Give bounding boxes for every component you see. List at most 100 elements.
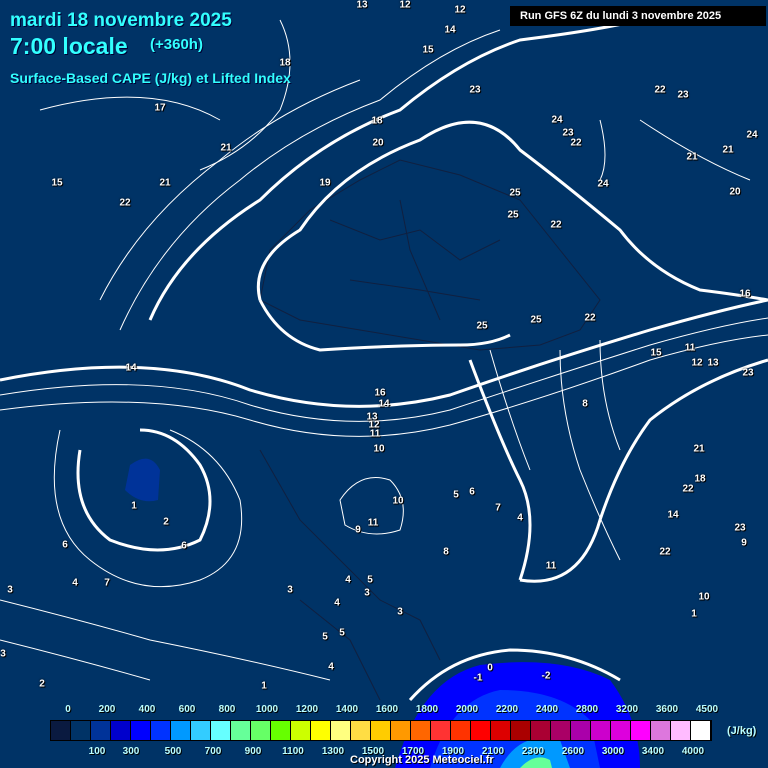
legend-tick-bottom: 1300 <box>321 746 345 757</box>
legend-swatch <box>551 721 571 740</box>
legend-swatch <box>671 721 691 740</box>
legend-tick-top: 3600 <box>655 704 679 715</box>
lifted-index-label: 11 <box>367 517 379 529</box>
lifted-index-label: 16 <box>374 387 386 399</box>
legend-tick-bottom: 1100 <box>282 746 304 757</box>
legend-tick-bottom: 300 <box>122 746 140 757</box>
legend-swatch <box>411 721 431 740</box>
legend-tick-top: 2800 <box>575 704 599 715</box>
model-run-banner: Run GFS 6Z du lundi 3 novembre 2025 <box>510 6 766 26</box>
lifted-index-label: 24 <box>551 114 563 126</box>
lifted-index-label: 7 <box>495 502 501 514</box>
lifted-index-label: 0 <box>487 662 493 674</box>
legend-tick-bottom: 700 <box>204 746 222 757</box>
lifted-index-label: 5 <box>367 574 373 586</box>
lifted-index-label: 1 <box>261 680 267 692</box>
legend-tick-top: 200 <box>98 704 116 715</box>
lifted-index-label: 10 <box>373 443 385 455</box>
lifted-index-label: 2 <box>163 516 169 528</box>
lifted-index-label: 4 <box>328 661 334 673</box>
lifted-index-label: 14 <box>667 509 679 521</box>
lifted-index-label: 16 <box>739 288 751 300</box>
legend-swatch <box>91 721 111 740</box>
lifted-index-label: 11 <box>545 560 557 572</box>
legend-tick-top: 800 <box>218 704 236 715</box>
legend-tick-bottom: 900 <box>244 746 262 757</box>
legend-swatch <box>151 721 171 740</box>
legend-tick-bottom: 2300 <box>521 746 545 757</box>
lifted-index-label: 18 <box>371 115 383 127</box>
lifted-index-label: 12 <box>399 0 411 11</box>
forecast-time: 7:00 locale <box>10 33 128 59</box>
legend-swatch <box>511 721 531 740</box>
lifted-index-label: 12 <box>691 357 703 369</box>
lifted-index-label: 1 <box>131 500 137 512</box>
copyright: Copyright 2025 Meteociel.fr <box>350 754 494 766</box>
forecast-date: mardi 18 novembre 2025 <box>10 10 232 31</box>
legend-tick-bottom: 3000 <box>601 746 625 757</box>
legend-tick-top: 1600 <box>375 704 399 715</box>
lifted-index-label: 25 <box>507 209 519 221</box>
lifted-index-label: 22 <box>119 197 131 209</box>
lifted-index-label: 25 <box>476 320 488 332</box>
lifted-index-label: 12 <box>454 4 466 16</box>
lifted-index-label: 4 <box>72 577 78 589</box>
legend-tick-top: 2000 <box>455 704 479 715</box>
lifted-index-label: 20 <box>729 186 741 198</box>
legend-swatch <box>311 721 331 740</box>
lifted-index-label: 22 <box>682 483 694 495</box>
lifted-index-label: 23 <box>469 84 481 96</box>
lifted-index-label: 25 <box>509 187 521 199</box>
lifted-index-label: 15 <box>51 177 63 189</box>
legend-tick-top: 600 <box>178 704 196 715</box>
cape-color-legend <box>50 720 712 741</box>
legend-swatch <box>331 721 351 740</box>
lifted-index-label: 21 <box>693 443 705 455</box>
lifted-index-label: 24 <box>597 178 609 190</box>
legend-swatch <box>131 721 151 740</box>
legend-swatch <box>251 721 271 740</box>
lifted-index-label: 11 <box>369 428 381 440</box>
lifted-index-label: 21 <box>159 177 171 189</box>
legend-swatch <box>451 721 471 740</box>
lifted-index-label: 18 <box>279 57 291 69</box>
legend-tick-top: 400 <box>138 704 156 715</box>
lifted-index-label: 19 <box>319 177 331 189</box>
legend-tick-bottom: 4000 <box>681 746 705 757</box>
lifted-index-label: 13 <box>356 0 368 11</box>
lifted-index-label: 6 <box>62 539 68 551</box>
legend-swatch <box>371 721 391 740</box>
lifted-index-label: 13 <box>707 357 719 369</box>
legend-unit: (J/kg) <box>727 725 757 737</box>
lifted-index-label: 17 <box>154 102 166 114</box>
lifted-index-label: -1 <box>473 672 483 684</box>
lifted-index-label: 3 <box>7 584 13 596</box>
legend-swatch <box>471 721 491 740</box>
parameter-title: Surface-Based CAPE (J/kg) et Lifted Inde… <box>10 70 291 86</box>
lifted-index-label: 8 <box>582 398 588 410</box>
lifted-index-label: 25 <box>530 314 542 326</box>
lifted-index-label: 2 <box>39 678 45 690</box>
legend-swatch <box>691 721 711 740</box>
lifted-index-label: -2 <box>541 670 551 682</box>
lifted-index-label: 23 <box>742 367 754 379</box>
legend-tick-top: 1000 <box>255 704 279 715</box>
legend-swatch <box>271 721 291 740</box>
legend-swatch <box>291 721 311 740</box>
lifted-index-label: 3 <box>364 587 370 599</box>
legend-tick-bottom: 500 <box>164 746 182 757</box>
legend-tick-bottom: 100 <box>88 746 106 757</box>
lifted-index-label: 14 <box>125 362 137 374</box>
legend-swatch <box>171 721 191 740</box>
legend-swatch <box>71 721 91 740</box>
legend-tick-top: 0 <box>65 704 71 715</box>
lifted-index-label: 22 <box>584 312 596 324</box>
legend-tick-bottom: 3400 <box>641 746 665 757</box>
lifted-index-label: 3 <box>0 648 6 660</box>
lifted-index-label: 18 <box>694 473 706 485</box>
legend-swatch <box>651 721 671 740</box>
legend-swatch <box>111 721 131 740</box>
lifted-index-label: 14 <box>378 398 390 410</box>
legend-swatch <box>51 721 71 740</box>
lifted-index-label: 24 <box>746 129 758 141</box>
